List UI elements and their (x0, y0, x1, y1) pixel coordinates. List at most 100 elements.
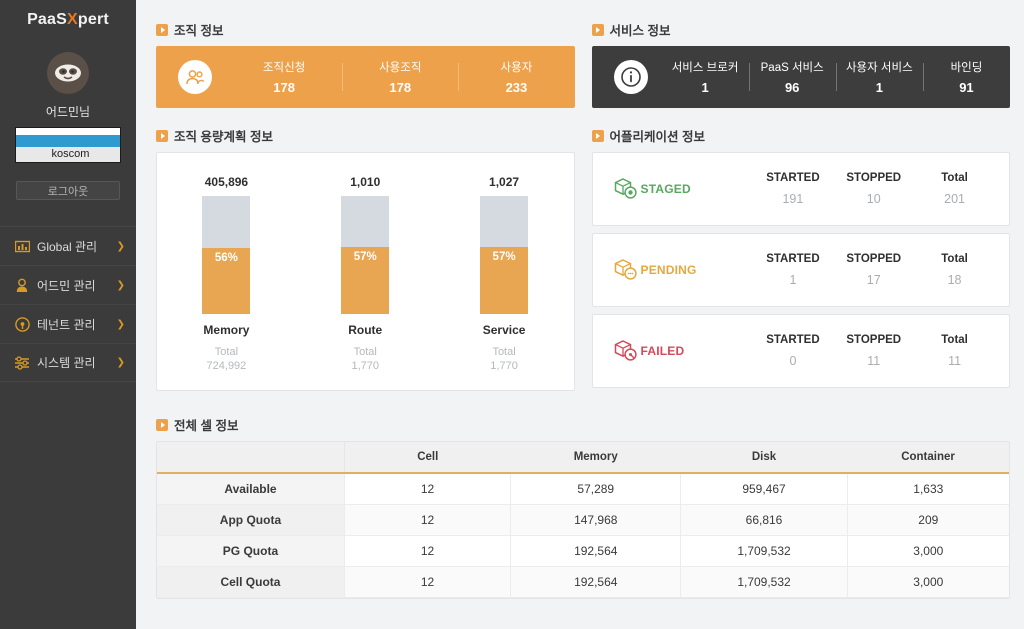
org-option-selected[interactable] (16, 135, 120, 147)
app-status-badge: FAILED (613, 338, 753, 364)
cell-value-container: 209 (847, 504, 1009, 536)
section-title: 어플리케이션 정보 (591, 126, 1011, 145)
app-status-label: STAGED (640, 182, 691, 196)
logout-button[interactable]: 로그아웃 (16, 181, 120, 200)
section-marker-icon (156, 418, 168, 431)
app-stat-value: 17 (866, 273, 881, 287)
col-header-blank (157, 442, 345, 474)
table-body: Available 12 57,289 959,467 1,633 App Qu… (157, 473, 1009, 598)
bar-percent-label: 57% (492, 250, 516, 263)
app-stat-value: 191 (782, 192, 804, 206)
app-logo[interactable]: PaaS Xpert (0, 0, 136, 36)
stat-value: 178 (273, 80, 295, 95)
cell-value-disk: 959,467 (680, 473, 848, 505)
section-title-label: 어플리케이션 정보 (609, 130, 705, 144)
app-status-badge: STAGED (613, 176, 753, 202)
app-stat-stopped: STOPPED 17 (833, 253, 914, 287)
app-stats: STARTED 0 STOPPED 11 Total 11 (753, 334, 996, 368)
middle-row: 조직 용량계획 정보 405,896 56% Memory Total 724,… (156, 126, 1010, 391)
bar-track: 57% (480, 196, 529, 314)
cube-staged-icon (613, 176, 639, 202)
sidebar-item-global[interactable]: Global 관리 ❯ (0, 226, 136, 265)
org-select-dropdown[interactable]: koscom (15, 127, 121, 163)
stat-label: 서비스 브로커 (671, 62, 739, 74)
table-row: App Quota 12 147,968 66,816 209 (157, 504, 1009, 536)
table-row: Available 12 57,289 959,467 1,633 (157, 473, 1009, 505)
stat-service-broker: 서비스 브로커 1 (662, 59, 749, 95)
sidebar-item-tenant[interactable]: 테넌트 관리 ❯ (0, 304, 136, 343)
main-content: 조직 정보 조직신청 178 사용조직 178 사용자 233 서비스 정보 서… (136, 0, 1024, 629)
avatar[interactable] (47, 52, 89, 94)
section-title-label: 전체 셀 정보 (174, 419, 239, 433)
org-option-koscom[interactable]: koscom (16, 147, 120, 162)
org-info-section: 조직 정보 조직신청 178 사용조직 178 사용자 233 (156, 20, 575, 108)
bar-group-memory: 405,896 56% Memory Total 724,992 (157, 175, 296, 372)
chevron-right-icon: ❯ (116, 279, 125, 291)
app-stat-started: STARTED 0 (753, 334, 834, 368)
col-header-container: Container (847, 442, 1009, 474)
app-status-badge: PENDING (613, 257, 753, 283)
table-row: Cell Quota 12 192,564 1,709,532 3,000 (157, 566, 1009, 598)
stat-paas-service: PaaS 서비스 96 (748, 59, 836, 95)
summary-row: 조직 정보 조직신청 178 사용조직 178 사용자 233 서비스 정보 서… (156, 20, 1010, 108)
dashboard-page: PaaS Xpert 어드민님 koscom 로그아웃 Global 관리 ❯ … (0, 0, 1024, 629)
stat-value: 1 (701, 80, 709, 95)
bar-percent-label: 56% (214, 251, 238, 264)
cell-info-table: Cell Memory Disk Container Available 12 … (157, 442, 1009, 598)
username-label: 어드민님 (45, 105, 91, 119)
bar-total-caption: Total (353, 346, 377, 358)
service-info-stats: 서비스 브로커 1 PaaS 서비스 96 사용자 서비스 1 바인딩 91 (662, 59, 1011, 95)
bar-total-value: 1,770 (490, 360, 518, 372)
bar-group-service: 1,027 57% Service Total 1,770 (435, 175, 574, 372)
row-header: App Quota (157, 504, 345, 536)
app-stat-label: STOPPED (846, 253, 902, 265)
stat-users: 사용자 233 (458, 59, 574, 95)
users-icon (178, 60, 212, 94)
table-row: PG Quota 12 192,564 1,709,532 3,000 (157, 535, 1009, 567)
info-icon (613, 60, 648, 94)
section-title: 조직 용량계획 정보 (156, 126, 575, 145)
cell-value-disk: 1,709,532 (680, 535, 848, 567)
app-stats: STARTED 1 STOPPED 17 Total 18 (753, 253, 996, 287)
cell-value-memory: 57,289 (510, 473, 682, 505)
bar-track: 56% (202, 196, 251, 314)
org-option-blank-top[interactable] (16, 128, 120, 135)
stat-org-active: 사용조직 178 (342, 59, 458, 95)
cell-value-container: 3,000 (847, 535, 1009, 567)
stat-value: 96 (784, 80, 800, 95)
bar-category-label: Route (348, 323, 383, 337)
org-select[interactable]: koscom (15, 127, 121, 163)
app-stat-started: STARTED 1 (753, 253, 834, 287)
stat-user-service: 사용자 서비스 1 (835, 59, 923, 95)
bar-used-label: 1,010 (350, 175, 381, 189)
bar-total-value: 724,992 (206, 360, 247, 372)
cell-value-disk: 66,816 (680, 504, 848, 536)
app-stat-total: Total 201 (914, 172, 995, 206)
app-stats: STARTED 191 STOPPED 10 Total 201 (753, 172, 996, 206)
app-info-section: 어플리케이션 정보 STAGED STARTED 191 STOPPED 10 … (591, 126, 1011, 391)
sidebar-item-admin[interactable]: 어드민 관리 ❯ (0, 265, 136, 304)
app-stat-value: 11 (948, 354, 962, 368)
user-profile: 어드민님 koscom 로그아웃 (0, 36, 136, 200)
cell-value-cell: 12 (344, 504, 512, 536)
app-stat-value: 201 (944, 192, 965, 206)
target-icon (14, 316, 30, 332)
app-stat-label: STOPPED (846, 334, 902, 346)
cell-value-container: 1,633 (847, 473, 1009, 505)
row-header: Cell Quota (157, 566, 345, 598)
bar-category-label: Memory (203, 323, 250, 337)
app-stat-label: STARTED (766, 334, 820, 346)
cube-failed-icon (613, 338, 639, 364)
chevron-right-icon: ❯ (116, 357, 125, 368)
section-marker-icon (591, 23, 604, 36)
bar-track: 57% (341, 196, 390, 314)
stat-value: 178 (389, 80, 412, 95)
bar-fill: 56% (202, 247, 251, 314)
chevron-right-icon: ❯ (116, 318, 125, 330)
cell-value-cell: 12 (344, 473, 512, 505)
sidebar-item-system[interactable]: 시스템 관리 ❯ (0, 343, 136, 382)
app-stat-total: Total 18 (914, 253, 995, 287)
cell-value-memory: 147,968 (510, 504, 682, 536)
capacity-bars: 405,896 56% Memory Total 724,992 1,010 5… (157, 153, 574, 372)
logo-text-x: X (67, 11, 78, 28)
